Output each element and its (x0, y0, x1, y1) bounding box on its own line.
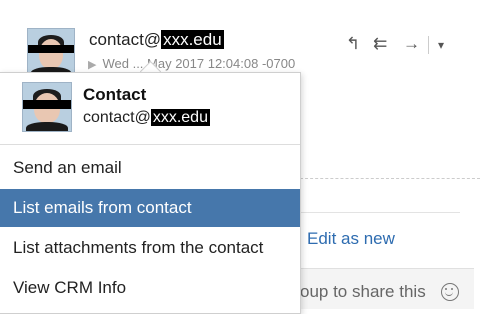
reply-icon[interactable]: ↰ (346, 34, 360, 54)
menu-item-view-crm-info[interactable]: View CRM Info (0, 269, 300, 307)
share-input-placeholder: oup to share this (300, 282, 426, 301)
avatar-shirt (26, 122, 68, 131)
avatar-redaction-bar (28, 45, 74, 53)
emoji-smiley-icon[interactable] (441, 283, 459, 301)
reply-all-icon[interactable]: ⇇ (373, 34, 387, 54)
content-divider (300, 212, 460, 213)
expand-triangle-icon[interactable]: ▶ (88, 59, 96, 71)
menu-item-send-email[interactable]: Send an email (0, 149, 300, 187)
avatar-face (39, 39, 63, 69)
message-separator (300, 178, 480, 179)
contact-email-prefix: contact@ (83, 109, 151, 126)
forward-icon[interactable]: → (403, 34, 420, 54)
contact-avatar (22, 82, 72, 132)
sender-address-domain-redacted: xxx.edu (161, 30, 224, 49)
popup-divider (0, 144, 300, 145)
contact-email-domain-redacted: xxx.edu (150, 109, 210, 126)
more-actions-icon[interactable]: ▾ (438, 38, 444, 52)
sender-address[interactable]: contact@ xxx.edu (89, 30, 224, 50)
edit-as-new-link[interactable]: Edit as new (307, 229, 395, 249)
avatar-redaction-bar (23, 100, 71, 109)
message-date: Wed ... May 2017 12:04:08 -0700 (102, 56, 296, 71)
sender-address-prefix: contact@ (89, 30, 162, 49)
menu-item-list-attachments[interactable]: List attachments from the contact (0, 229, 300, 267)
message-date-row: ▶ Wed ... May 2017 12:04:08 -0700 (88, 56, 295, 71)
contact-popup: Contact contact@ xxx.edu Send an email Li… (0, 72, 301, 314)
contact-email: contact@ xxx.edu (83, 109, 210, 127)
toolbar-separator (428, 36, 429, 54)
menu-item-list-emails[interactable]: List emails from contact (0, 189, 300, 227)
contact-name: Contact (83, 85, 147, 104)
sender-avatar[interactable] (27, 28, 75, 76)
